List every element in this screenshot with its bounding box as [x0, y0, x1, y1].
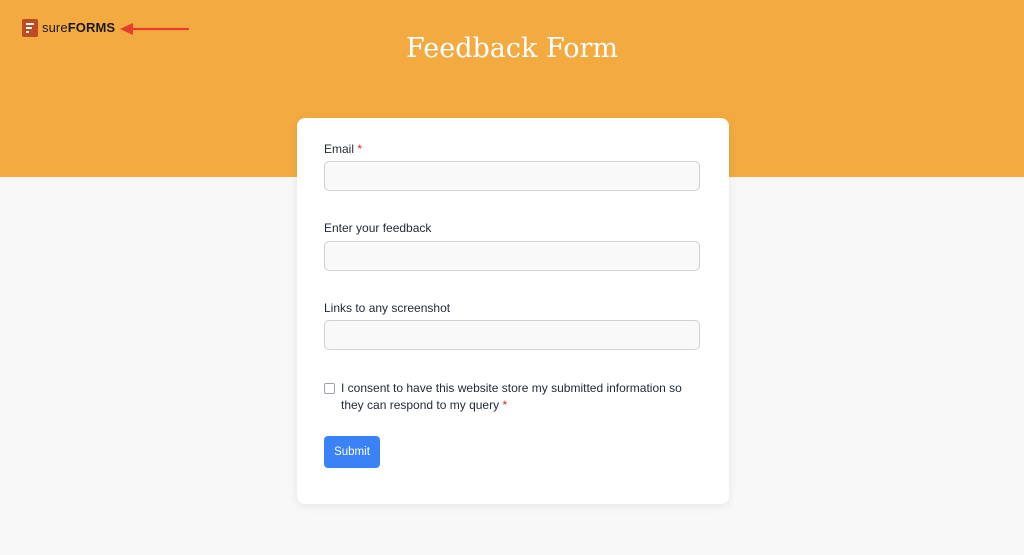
consent-label: I consent to have this website store my … — [341, 380, 704, 414]
screenshot-links-label: Links to any screenshot — [324, 301, 451, 315]
submit-button[interactable]: Submit — [324, 436, 380, 468]
consent-required-mark: * — [502, 398, 508, 412]
email-required-mark: * — [357, 142, 363, 156]
page-title: Feedback Form — [406, 33, 618, 64]
consent-label-text: I consent to have this website store my … — [341, 381, 682, 412]
feedback-form-card: Email * Enter your feedback Links to any… — [297, 118, 729, 504]
email-label: Email * — [324, 141, 362, 157]
email-field[interactable] — [324, 161, 700, 191]
feedback-field[interactable] — [324, 241, 700, 271]
feedback-label: Enter your feedback — [324, 221, 432, 235]
screenshot-links-field[interactable] — [324, 320, 700, 350]
page: sureFORMS Feedback Form Email * Enter yo… — [0, 0, 1024, 555]
consent-row: I consent to have this website store my … — [324, 380, 704, 414]
consent-checkbox[interactable] — [324, 383, 335, 394]
email-label-text: Email — [324, 142, 355, 156]
